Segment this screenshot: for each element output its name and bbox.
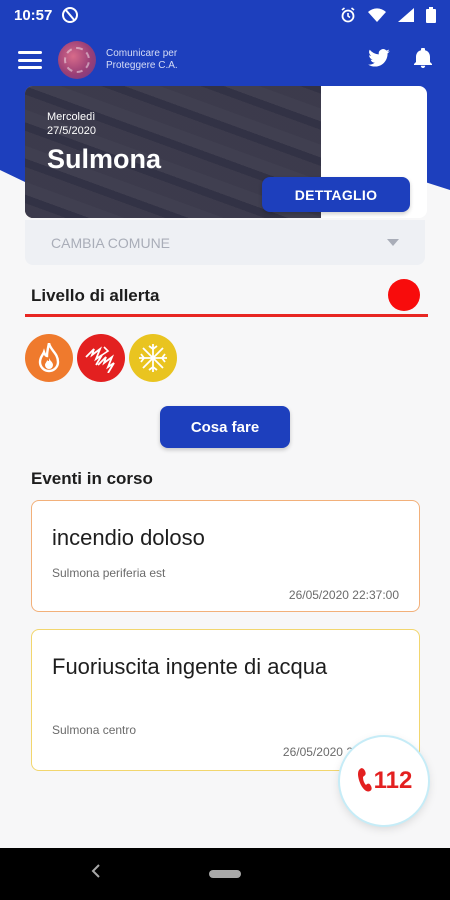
menu-button[interactable] (18, 51, 42, 69)
bell-icon[interactable] (414, 47, 432, 73)
app-bar: Comunicare per Proteggere C.A. (0, 30, 450, 90)
day-label: Mercoledì (47, 111, 96, 123)
events-title: Eventi in corso (31, 469, 153, 488)
system-nav-bar (0, 848, 450, 900)
event-location: Sulmona centro (52, 723, 137, 737)
risk-icons (25, 334, 177, 382)
storm-icon[interactable] (77, 334, 125, 382)
status-icons (340, 7, 436, 23)
date-text: Mercoledì 27/5/2020 (47, 110, 96, 138)
event-card[interactable]: incendio doloso Sulmona periferia est 26… (31, 500, 420, 612)
detail-button[interactable]: DETTAGLIO (262, 177, 410, 212)
back-icon[interactable] (90, 864, 104, 878)
twitter-icon[interactable] (368, 48, 390, 72)
wifi-icon (368, 8, 386, 22)
city-name: Sulmona (47, 144, 162, 174)
event-time: 26/05/2020 22:37:00 (288, 588, 399, 602)
chevron-down-icon (387, 239, 399, 246)
logo-text: Comunicare per Proteggere C.A. (106, 48, 178, 71)
signal-icon (398, 8, 414, 22)
alert-level-title: Livello di allerta (31, 285, 160, 305)
battery-icon (426, 7, 436, 23)
app-logo (58, 41, 96, 79)
event-name: incendio doloso (52, 525, 205, 550)
change-comune-label: CAMBIA COMUNE (51, 234, 171, 251)
fire-icon[interactable] (25, 334, 73, 382)
event-time: 26/05/2020 2 (282, 745, 353, 759)
phone-icon (357, 768, 372, 792)
cosa-fare-button[interactable]: Cosa fare (160, 406, 290, 448)
change-comune-select[interactable]: CAMBIA COMUNE (25, 220, 425, 265)
alarm-icon (341, 7, 355, 23)
emergency-call-button[interactable]: 112 (340, 737, 428, 825)
status-bar: 10:57 (0, 0, 450, 30)
event-location: Sulmona periferia est (52, 566, 166, 580)
snow-icon[interactable] (129, 334, 177, 382)
alert-level-indicator (388, 279, 420, 311)
date-label: 27/5/2020 (47, 125, 96, 137)
emergency-number: 112 (373, 767, 413, 794)
no-disturb-icon (62, 7, 79, 23)
status-time: 10:57 (14, 6, 53, 24)
event-name: Fuoriuscita ingente di acqua (52, 654, 328, 679)
home-pill[interactable] (209, 870, 241, 878)
alert-level-row: Livello di allerta (25, 277, 428, 317)
